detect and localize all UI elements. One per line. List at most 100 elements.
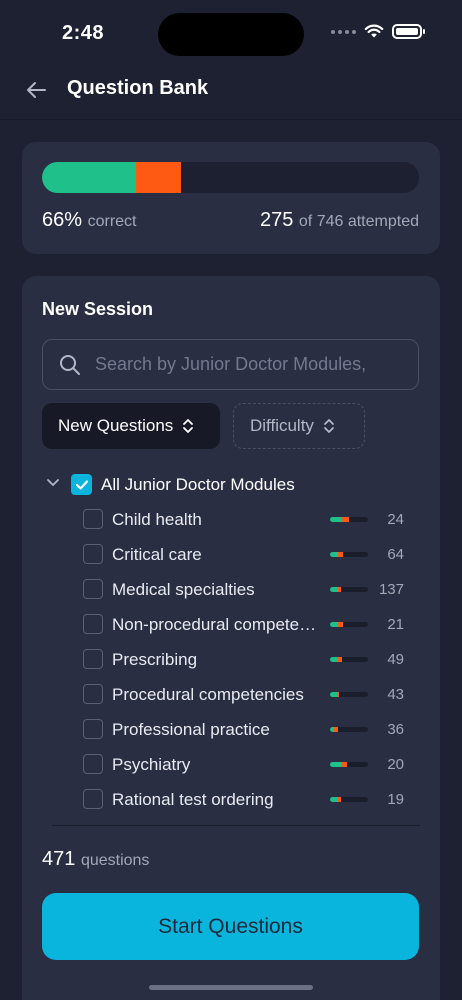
- module-progress-incorrect: [337, 797, 342, 802]
- checkmark-icon: [75, 479, 88, 490]
- start-questions-button[interactable]: Start Questions: [42, 893, 419, 960]
- module-progress-incorrect: [337, 587, 342, 592]
- module-checkbox[interactable]: [83, 649, 103, 669]
- module-checkbox[interactable]: [83, 544, 103, 564]
- module-progress-correct: [330, 517, 342, 522]
- difficulty-label: Difficulty: [250, 416, 314, 435]
- search-icon: [60, 355, 80, 375]
- chevron-up-down-icon: [323, 418, 335, 434]
- cellular-dots-icon: [331, 29, 356, 34]
- wifi-icon: [364, 24, 384, 38]
- module-progress-incorrect: [336, 692, 339, 697]
- module-label: Non-procedural compete…: [112, 615, 317, 634]
- module-progress-correct: [330, 797, 338, 802]
- module-checkbox[interactable]: [83, 509, 103, 529]
- module-label: Critical care: [112, 545, 202, 564]
- module-row[interactable]: Critical care 64: [22, 537, 440, 572]
- module-label: Prescribing: [112, 650, 198, 669]
- module-count: 64: [387, 546, 404, 563]
- module-progress-incorrect: [337, 552, 344, 557]
- question-count: 471 questions: [42, 848, 149, 871]
- module-progress-bar: [330, 587, 368, 592]
- module-row[interactable]: Procedural competencies 43: [22, 677, 440, 712]
- module-progress-bar: [330, 552, 368, 557]
- search-box: [42, 339, 419, 390]
- module-label: Procedural competencies: [112, 685, 304, 704]
- module-progress-bar: [330, 622, 368, 627]
- module-progress-bar: [330, 657, 368, 662]
- module-count: 43: [387, 686, 404, 703]
- module-progress-bar: [330, 692, 368, 697]
- status-bar: 2:48: [0, 0, 462, 62]
- module-count: 19: [387, 791, 404, 808]
- divider: [52, 825, 420, 826]
- module-count: 24: [387, 511, 404, 528]
- module-row[interactable]: Psychiatry 20: [22, 747, 440, 782]
- module-label: Child health: [112, 510, 202, 529]
- module-progress-correct: [330, 587, 338, 592]
- module-label: Medical specialties: [112, 580, 255, 599]
- all-modules-checkbox[interactable]: [71, 474, 92, 495]
- module-progress-correct: [330, 762, 342, 767]
- dynamic-island: [158, 13, 304, 56]
- module-progress-incorrect: [341, 517, 349, 522]
- module-progress-correct: [330, 622, 338, 627]
- module-checkbox[interactable]: [83, 684, 103, 704]
- module-tree: All Junior Doctor Modules Child health 24…: [22, 466, 440, 825]
- new-questions-label: New Questions: [58, 416, 174, 435]
- stats-card: 66% correct 275 of 746 attempted: [22, 142, 440, 254]
- page-title: Question Bank: [67, 77, 209, 99]
- battery-icon: [392, 24, 425, 39]
- module-checkbox[interactable]: [83, 614, 103, 634]
- module-row[interactable]: Medical specialties 137: [22, 572, 440, 607]
- module-progress-bar: [330, 727, 368, 732]
- chevron-up-down-icon: [182, 418, 194, 434]
- module-progress-correct: [330, 692, 337, 697]
- module-checkbox[interactable]: [83, 719, 103, 739]
- arrow-left-icon: [27, 82, 46, 98]
- progress-incorrect-segment: [136, 162, 182, 193]
- all-modules-label: All Junior Doctor Modules: [101, 475, 295, 494]
- module-progress-bar: [330, 762, 368, 767]
- search-input[interactable]: [95, 340, 415, 389]
- module-row[interactable]: Prescribing 49: [22, 642, 440, 677]
- overall-progress-bar: [42, 162, 419, 193]
- chevron-down-icon[interactable]: [46, 478, 60, 488]
- correct-percent: 66%: [42, 209, 83, 231]
- module-checkbox[interactable]: [83, 579, 103, 599]
- module-progress-incorrect: [337, 622, 344, 627]
- attempted-suffix: of 746 attempted: [298, 213, 419, 230]
- correct-label: correct: [87, 213, 137, 230]
- header: Question Bank: [0, 62, 462, 120]
- home-indicator: [149, 985, 313, 990]
- module-progress-bar: [330, 797, 368, 802]
- module-count: 20: [387, 756, 404, 773]
- module-row[interactable]: Non-procedural compete… 21: [22, 607, 440, 642]
- module-count: 49: [387, 651, 404, 668]
- module-progress-correct: [330, 657, 338, 662]
- module-progress-incorrect: [341, 762, 348, 767]
- module-checkbox[interactable]: [83, 789, 103, 809]
- module-label: Rational test ordering: [112, 790, 274, 809]
- question-count-value: 471: [42, 848, 76, 870]
- session-title: New Session: [42, 299, 154, 319]
- module-count: 21: [387, 616, 404, 633]
- difficulty-dropdown[interactable]: Difficulty: [233, 403, 365, 449]
- module-checkbox[interactable]: [83, 754, 103, 774]
- module-label: Professional practice: [112, 720, 270, 739]
- module-row[interactable]: Rational test ordering 19: [22, 782, 440, 817]
- new-questions-dropdown[interactable]: New Questions: [42, 403, 220, 449]
- back-button[interactable]: [22, 76, 50, 104]
- module-row[interactable]: Professional practice 36: [22, 712, 440, 747]
- module-progress-incorrect: [337, 657, 343, 662]
- correct-stat: 66% correct: [42, 209, 137, 232]
- question-count-label: questions: [80, 852, 150, 869]
- module-label: Psychiatry: [112, 755, 191, 774]
- new-session-card: New Session New Questions Difficulty: [22, 276, 440, 1000]
- module-row[interactable]: Child health 24: [22, 502, 440, 537]
- attempted-value: 275: [259, 209, 294, 231]
- all-modules-row[interactable]: All Junior Doctor Modules: [22, 466, 440, 502]
- attempted-stat: 275 of 746 attempted: [260, 209, 419, 232]
- status-time: 2:48: [62, 22, 105, 44]
- module-progress-correct: [330, 552, 338, 557]
